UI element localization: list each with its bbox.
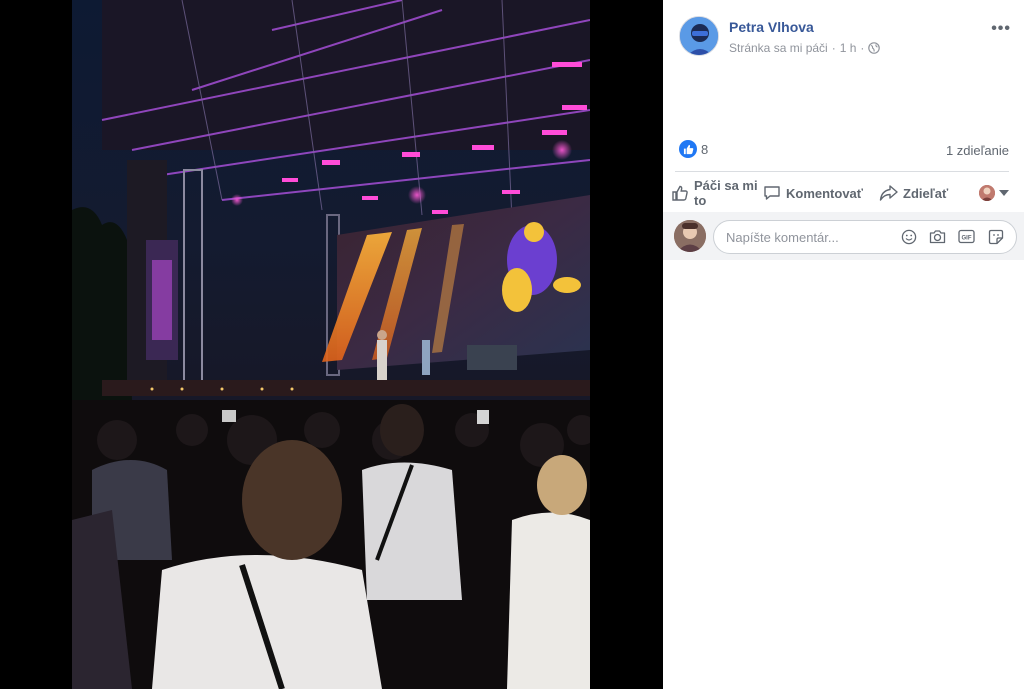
globe-icon[interactable] <box>868 42 881 54</box>
author-avatar[interactable] <box>679 16 719 56</box>
thumbs-up-icon <box>672 185 688 201</box>
reactions-bar: 8 1 zdieľanie <box>679 140 1009 162</box>
comment-icon <box>764 186 780 200</box>
user-mini-avatar <box>979 185 995 201</box>
reaction-audience-selector[interactable] <box>979 185 1009 201</box>
svg-text:GIF: GIF <box>962 235 972 241</box>
post-actions: Páči sa mi to Komentovať Zdieľať <box>671 176 1016 210</box>
post-time[interactable]: 1 h <box>840 41 857 55</box>
author-name[interactable]: Petra Vlhova <box>729 19 814 35</box>
comment-tools: GIF <box>900 228 1004 245</box>
comment-button[interactable]: Komentovať <box>763 184 879 202</box>
like-button[interactable]: Páči sa mi to <box>671 178 763 208</box>
commenter-avatar[interactable] <box>674 220 706 252</box>
meta-separator: · <box>831 41 836 55</box>
comment-label: Komentovať <box>786 185 864 201</box>
post-header: Petra Vlhova Stránka sa mi páči · 1 h · … <box>679 16 1011 60</box>
photo-viewer <box>0 0 663 689</box>
smiley-icon[interactable] <box>900 228 917 245</box>
post-subtitle[interactable]: Stránka sa mi páči <box>729 41 828 55</box>
like-count[interactable]: 8 <box>701 142 708 157</box>
share-count[interactable]: 1 zdieľanie <box>946 143 1009 158</box>
gif-icon[interactable]: GIF <box>958 228 975 245</box>
concert-photo[interactable] <box>72 0 590 689</box>
post-meta: Stránka sa mi páči · 1 h · <box>729 41 881 55</box>
share-button[interactable]: Zdieľať <box>879 184 967 202</box>
divider <box>675 171 1009 172</box>
more-options-button[interactable]: ••• <box>991 20 1011 38</box>
chevron-down-icon <box>999 190 1009 196</box>
share-icon <box>879 185 898 201</box>
post-sidebar: Petra Vlhova Stránka sa mi páči · 1 h · … <box>663 0 1024 689</box>
like-reaction-icon[interactable] <box>679 140 697 158</box>
meta-separator-2: · <box>860 41 865 55</box>
comment-composer: GIF <box>663 212 1024 260</box>
share-label: Zdieľať <box>903 185 949 201</box>
sticker-icon[interactable] <box>987 228 1004 245</box>
camera-icon[interactable] <box>929 228 946 245</box>
like-label: Páči sa mi to <box>694 178 758 208</box>
